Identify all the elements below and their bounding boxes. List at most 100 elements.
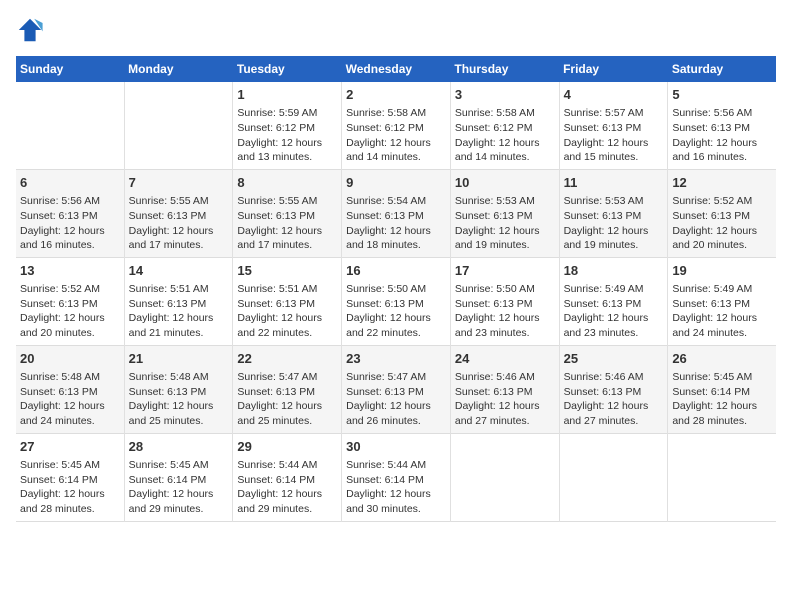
logo-icon: [16, 16, 44, 44]
page-header: [16, 16, 776, 44]
day-info: Sunrise: 5:51 AM Sunset: 6:13 PM Dayligh…: [237, 282, 337, 341]
calendar-week-row: 6 Sunrise: 5:56 AM Sunset: 6:13 PM Daylig…: [16, 169, 776, 257]
calendar-cell: 8Sunrise: 5:55 AM Sunset: 6:13 PM Daylig…: [233, 169, 342, 257]
day-info: Sunrise: 5:45 AM Sunset: 6:14 PM Dayligh…: [129, 458, 229, 517]
day-number: 7: [129, 174, 229, 192]
day-info: Sunrise: 5:58 AM Sunset: 6:12 PM Dayligh…: [346, 106, 446, 165]
day-info: Sunrise: 5:53 AM Sunset: 6:13 PM Dayligh…: [455, 194, 555, 253]
day-info: Sunrise: 5:54 AM Sunset: 6:13 PM Dayligh…: [346, 194, 446, 253]
day-number: 11: [564, 174, 664, 192]
column-header-wednesday: Wednesday: [342, 56, 451, 82]
day-info: Sunrise: 5:45 AM Sunset: 6:14 PM Dayligh…: [20, 458, 120, 517]
calendar-cell: 23Sunrise: 5:47 AM Sunset: 6:13 PM Dayli…: [342, 345, 451, 433]
column-header-thursday: Thursday: [450, 56, 559, 82]
day-info: Sunrise: 5:59 AM Sunset: 6:12 PM Dayligh…: [237, 106, 337, 165]
day-number: 12: [672, 174, 772, 192]
day-number: 5: [672, 86, 772, 104]
day-info: Sunrise: 5:46 AM Sunset: 6:13 PM Dayligh…: [564, 370, 664, 429]
day-number: 16: [346, 262, 446, 280]
calendar-cell: 13 Sunrise: 5:52 AM Sunset: 6:13 PM Dayli…: [16, 257, 124, 345]
calendar-week-row: 1 Sunrise: 5:59 AM Sunset: 6:12 PM Daylig…: [16, 82, 776, 169]
day-number: 4: [564, 86, 664, 104]
day-number: 24: [455, 350, 555, 368]
column-header-tuesday: Tuesday: [233, 56, 342, 82]
calendar-cell: 11 Sunrise: 5:53 AM Sunset: 6:13 PM Dayli…: [559, 169, 668, 257]
calendar-cell: 15 Sunrise: 5:51 AM Sunset: 6:13 PM Dayli…: [233, 257, 342, 345]
calendar-week-row: 13 Sunrise: 5:52 AM Sunset: 6:13 PM Dayli…: [16, 257, 776, 345]
day-info: Sunrise: 5:48 AM Sunset: 6:13 PM Dayligh…: [20, 370, 120, 429]
day-number: 14: [129, 262, 229, 280]
calendar-cell: 3 Sunrise: 5:58 AM Sunset: 6:12 PM Daylig…: [450, 82, 559, 169]
day-info: Sunrise: 5:51 AM Sunset: 6:13 PM Dayligh…: [129, 282, 229, 341]
calendar-cell: 26Sunrise: 5:45 AM Sunset: 6:14 PM Dayli…: [668, 345, 776, 433]
logo: [16, 16, 48, 44]
calendar-cell: 5 Sunrise: 5:56 AM Sunset: 6:13 PM Daylig…: [668, 82, 776, 169]
calendar-cell: 27 Sunrise: 5:45 AM Sunset: 6:14 PM Dayli…: [16, 433, 124, 521]
day-number: 3: [455, 86, 555, 104]
day-number: 20: [20, 350, 120, 368]
day-number: 15: [237, 262, 337, 280]
calendar-cell: [450, 433, 559, 521]
day-info: Sunrise: 5:44 AM Sunset: 6:14 PM Dayligh…: [237, 458, 337, 517]
day-info: Sunrise: 5:46 AM Sunset: 6:13 PM Dayligh…: [455, 370, 555, 429]
day-info: Sunrise: 5:56 AM Sunset: 6:13 PM Dayligh…: [20, 194, 120, 253]
day-info: Sunrise: 5:52 AM Sunset: 6:13 PM Dayligh…: [672, 194, 772, 253]
calendar-cell: 21 Sunrise: 5:48 AM Sunset: 6:13 PM Dayli…: [124, 345, 233, 433]
calendar-cell: 4 Sunrise: 5:57 AM Sunset: 6:13 PM Daylig…: [559, 82, 668, 169]
day-number: 13: [20, 262, 120, 280]
day-info: Sunrise: 5:57 AM Sunset: 6:13 PM Dayligh…: [564, 106, 664, 165]
calendar-cell: 1 Sunrise: 5:59 AM Sunset: 6:12 PM Daylig…: [233, 82, 342, 169]
day-number: 25: [564, 350, 664, 368]
calendar-cell: [124, 82, 233, 169]
day-info: Sunrise: 5:47 AM Sunset: 6:13 PM Dayligh…: [346, 370, 446, 429]
calendar-table: SundayMondayTuesdayWednesdayThursdayFrid…: [16, 56, 776, 522]
day-number: 2: [346, 86, 446, 104]
day-number: 10: [455, 174, 555, 192]
day-info: Sunrise: 5:48 AM Sunset: 6:13 PM Dayligh…: [129, 370, 229, 429]
day-info: Sunrise: 5:49 AM Sunset: 6:13 PM Dayligh…: [564, 282, 664, 341]
day-number: 9: [346, 174, 446, 192]
day-info: Sunrise: 5:49 AM Sunset: 6:13 PM Dayligh…: [672, 282, 772, 341]
column-header-monday: Monday: [124, 56, 233, 82]
calendar-cell: 2 Sunrise: 5:58 AM Sunset: 6:12 PM Daylig…: [342, 82, 451, 169]
day-info: Sunrise: 5:52 AM Sunset: 6:13 PM Dayligh…: [20, 282, 120, 341]
calendar-cell: 9 Sunrise: 5:54 AM Sunset: 6:13 PM Daylig…: [342, 169, 451, 257]
column-header-friday: Friday: [559, 56, 668, 82]
day-info: Sunrise: 5:50 AM Sunset: 6:13 PM Dayligh…: [346, 282, 446, 341]
day-info: Sunrise: 5:56 AM Sunset: 6:13 PM Dayligh…: [672, 106, 772, 165]
calendar-cell: 10 Sunrise: 5:53 AM Sunset: 6:13 PM Dayli…: [450, 169, 559, 257]
day-info: Sunrise: 5:53 AM Sunset: 6:13 PM Dayligh…: [564, 194, 664, 253]
calendar-cell: [559, 433, 668, 521]
calendar-cell: 7 Sunrise: 5:55 AM Sunset: 6:13 PM Daylig…: [124, 169, 233, 257]
day-number: 19: [672, 262, 772, 280]
day-number: 21: [129, 350, 229, 368]
calendar-cell: 19 Sunrise: 5:49 AM Sunset: 6:13 PM Dayli…: [668, 257, 776, 345]
day-number: 27: [20, 438, 120, 456]
calendar-cell: [16, 82, 124, 169]
day-info: Sunrise: 5:55 AM Sunset: 6:13 PM Dayligh…: [129, 194, 229, 253]
calendar-cell: 12 Sunrise: 5:52 AM Sunset: 6:13 PM Dayli…: [668, 169, 776, 257]
day-number: 29: [237, 438, 337, 456]
day-number: 6: [20, 174, 120, 192]
calendar-cell: 16 Sunrise: 5:50 AM Sunset: 6:13 PM Dayli…: [342, 257, 451, 345]
calendar-cell: 24 Sunrise: 5:46 AM Sunset: 6:13 PM Dayli…: [450, 345, 559, 433]
calendar-cell: 20 Sunrise: 5:48 AM Sunset: 6:13 PM Dayli…: [16, 345, 124, 433]
calendar-cell: 28 Sunrise: 5:45 AM Sunset: 6:14 PM Dayli…: [124, 433, 233, 521]
day-info: Sunrise: 5:44 AM Sunset: 6:14 PM Dayligh…: [346, 458, 446, 517]
calendar-cell: 29 Sunrise: 5:44 AM Sunset: 6:14 PM Dayli…: [233, 433, 342, 521]
calendar-header-row: SundayMondayTuesdayWednesdayThursdayFrid…: [16, 56, 776, 82]
day-number: 30: [346, 438, 446, 456]
day-number: 17: [455, 262, 555, 280]
day-number: 1: [237, 86, 337, 104]
calendar-cell: 30 Sunrise: 5:44 AM Sunset: 6:14 PM Dayli…: [342, 433, 451, 521]
calendar-cell: 25 Sunrise: 5:46 AM Sunset: 6:13 PM Dayli…: [559, 345, 668, 433]
day-number: 18: [564, 262, 664, 280]
day-number: 28: [129, 438, 229, 456]
calendar-cell: 14 Sunrise: 5:51 AM Sunset: 6:13 PM Dayli…: [124, 257, 233, 345]
day-info: Sunrise: 5:58 AM Sunset: 6:12 PM Dayligh…: [455, 106, 555, 165]
day-number: 22: [237, 350, 337, 368]
day-info: Sunrise: 5:50 AM Sunset: 6:13 PM Dayligh…: [455, 282, 555, 341]
day-info: Sunrise: 5:47 AM Sunset: 6:13 PM Dayligh…: [237, 370, 337, 429]
day-number: 8: [237, 174, 337, 192]
calendar-cell: 6 Sunrise: 5:56 AM Sunset: 6:13 PM Daylig…: [16, 169, 124, 257]
